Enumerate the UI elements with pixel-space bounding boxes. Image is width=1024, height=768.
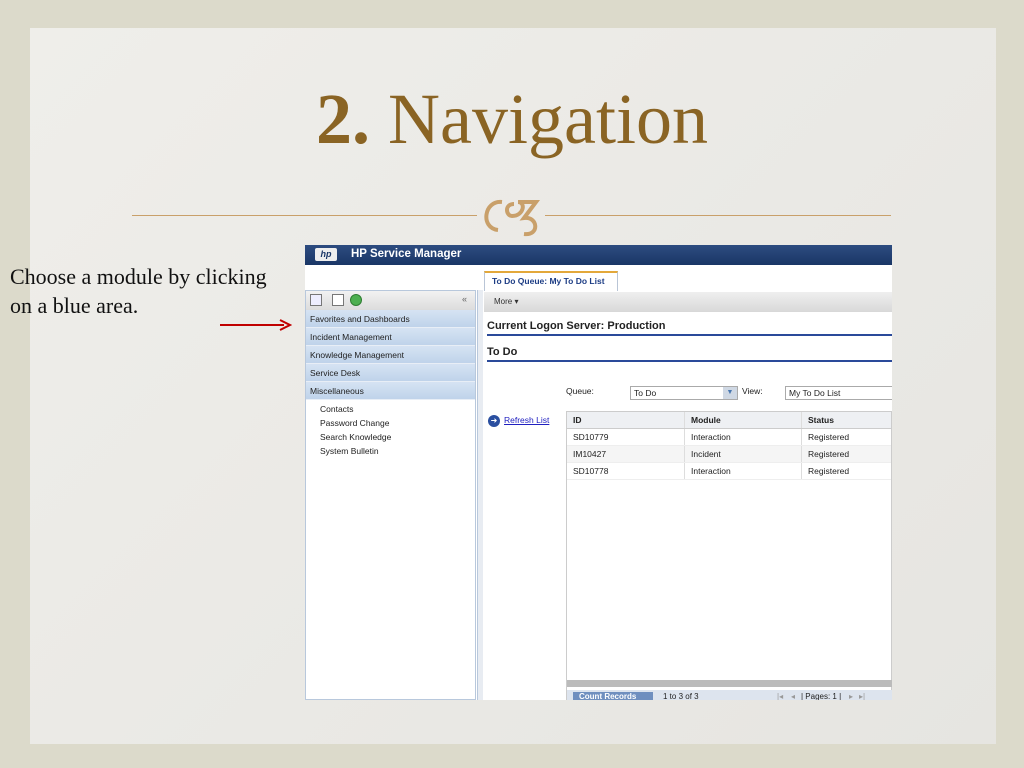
refresh-list-link[interactable]: Refresh List <box>504 415 549 425</box>
todo-table: ID Module Status SD10779 Interaction Regis… <box>566 411 892 700</box>
table-row[interactable]: IM10427 Incident Registered <box>567 446 891 463</box>
module-favorites-and-dashboards[interactable]: Favorites and Dashboards <box>306 310 475 328</box>
queue-value: To Do <box>634 388 657 398</box>
title-text: Navigation <box>388 79 708 159</box>
cell-status: Registered <box>801 446 891 462</box>
cell-status: Registered <box>801 429 891 445</box>
refresh-icon[interactable] <box>350 294 362 306</box>
chevron-down-icon[interactable]: ▼ <box>723 387 737 399</box>
add-favorite-icon[interactable] <box>332 294 344 306</box>
sub-item-system-bulletin[interactable]: System Bulletin <box>306 444 475 458</box>
divider-right <box>545 215 891 216</box>
nav-toolbar: « <box>306 291 475 310</box>
navigation-panel: « Favorites and Dashboards Incident Mana… <box>305 290 476 700</box>
record-range: 1 to 3 of 3 <box>663 692 699 700</box>
module-service-desk[interactable]: Service Desk <box>306 364 475 382</box>
tab-to-do-queue[interactable]: To Do Queue: My To Do List <box>484 271 618 291</box>
panel-splitter[interactable] <box>477 290 483 700</box>
column-id[interactable]: ID <box>567 412 684 428</box>
last-page-button[interactable]: ▸| <box>859 692 865 700</box>
more-menu[interactable]: More ▾ <box>484 292 892 312</box>
cell-module: Incident <box>684 446 801 462</box>
queue-select[interactable]: To Do ▼ <box>630 386 738 400</box>
app-title: HP Service Manager <box>351 248 462 260</box>
module-incident-management[interactable]: Incident Management <box>306 328 475 346</box>
sub-item-contacts[interactable]: Contacts <box>306 402 475 416</box>
open-icon[interactable] <box>310 294 322 306</box>
view-label: View: <box>742 386 763 396</box>
sub-item-password-change[interactable]: Password Change <box>306 416 475 430</box>
horizontal-scrollbar[interactable] <box>567 680 892 687</box>
sub-item-search-knowledge[interactable]: Search Knowledge <box>306 430 475 444</box>
next-page-button[interactable]: ▸ <box>849 692 853 700</box>
cell-id: SD10778 <box>573 466 609 476</box>
table-header: ID Module Status <box>567 412 891 429</box>
hp-logo: hp <box>315 248 337 261</box>
collapse-icon[interactable]: « <box>462 294 467 304</box>
queue-label: Queue: <box>566 386 594 396</box>
slide-title: 2. Navigation <box>0 78 1024 161</box>
app-header: hp HP Service Manager <box>305 245 892 265</box>
cell-status: Registered <box>801 463 891 479</box>
arrow-icon <box>220 319 292 331</box>
view-select[interactable]: My To Do List <box>785 386 892 400</box>
table-footer: Count Records 1 to 3 of 3 |◂ ◂ | Pages: … <box>567 690 892 700</box>
pages-indicator: | Pages: 1 | <box>801 692 842 700</box>
logon-server-heading: Current Logon Server: Production <box>487 320 892 336</box>
cell-id: SD10779 <box>573 432 609 442</box>
column-module[interactable]: Module <box>684 412 801 428</box>
cell-module: Interaction <box>684 429 801 445</box>
title-number: 2. <box>316 79 371 159</box>
table-row[interactable]: SD10778 Interaction Registered <box>567 463 891 480</box>
prev-page-button[interactable]: ◂ <box>791 692 795 700</box>
cell-module: Interaction <box>684 463 801 479</box>
first-page-button[interactable]: |◂ <box>777 692 783 700</box>
ornament-icon <box>484 199 540 237</box>
section-heading: To Do <box>487 346 892 362</box>
app-screenshot: hp HP Service Manager « Favorites and Da… <box>305 245 892 700</box>
table-row[interactable]: SD10779 Interaction Registered <box>567 429 891 446</box>
cell-id: IM10427 <box>573 449 607 459</box>
module-knowledge-management[interactable]: Knowledge Management <box>306 346 475 364</box>
column-status[interactable]: Status <box>801 412 891 428</box>
count-records-button[interactable]: Count Records <box>573 692 653 700</box>
module-miscellaneous[interactable]: Miscellaneous <box>306 382 475 400</box>
refresh-arrow-icon[interactable]: ➜ <box>488 415 500 427</box>
divider-left <box>132 215 477 216</box>
caption: Choose a module by clicking on a blue ar… <box>10 264 267 318</box>
